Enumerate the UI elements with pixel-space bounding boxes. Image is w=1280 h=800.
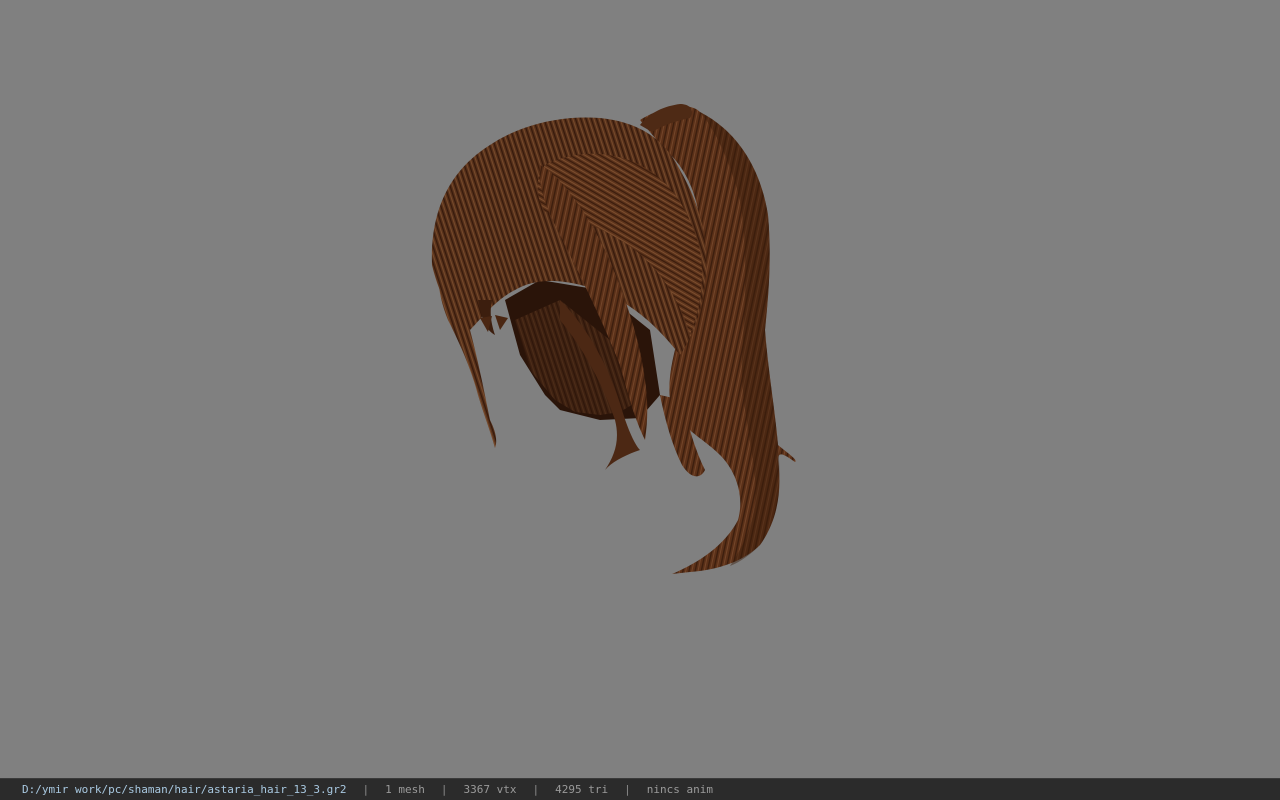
status-separator: | [440,783,448,796]
3d-viewport[interactable] [0,0,1280,778]
status-triangle-count: 4295 tri [555,783,609,796]
status-vertex-count: 3367 vtx [463,783,517,796]
status-mesh-count: 1 mesh [385,783,425,796]
status-separator: | [362,783,370,796]
hair-model [431,104,796,574]
status-anim: nincs anim [646,783,713,796]
status-bar: D:/ymir work/pc/shaman/hair/astaria_hair… [0,778,1280,800]
status-file-path: D:/ymir work/pc/shaman/hair/astaria_hair… [22,783,347,796]
status-separator: | [532,783,540,796]
status-separator: | [624,783,631,796]
